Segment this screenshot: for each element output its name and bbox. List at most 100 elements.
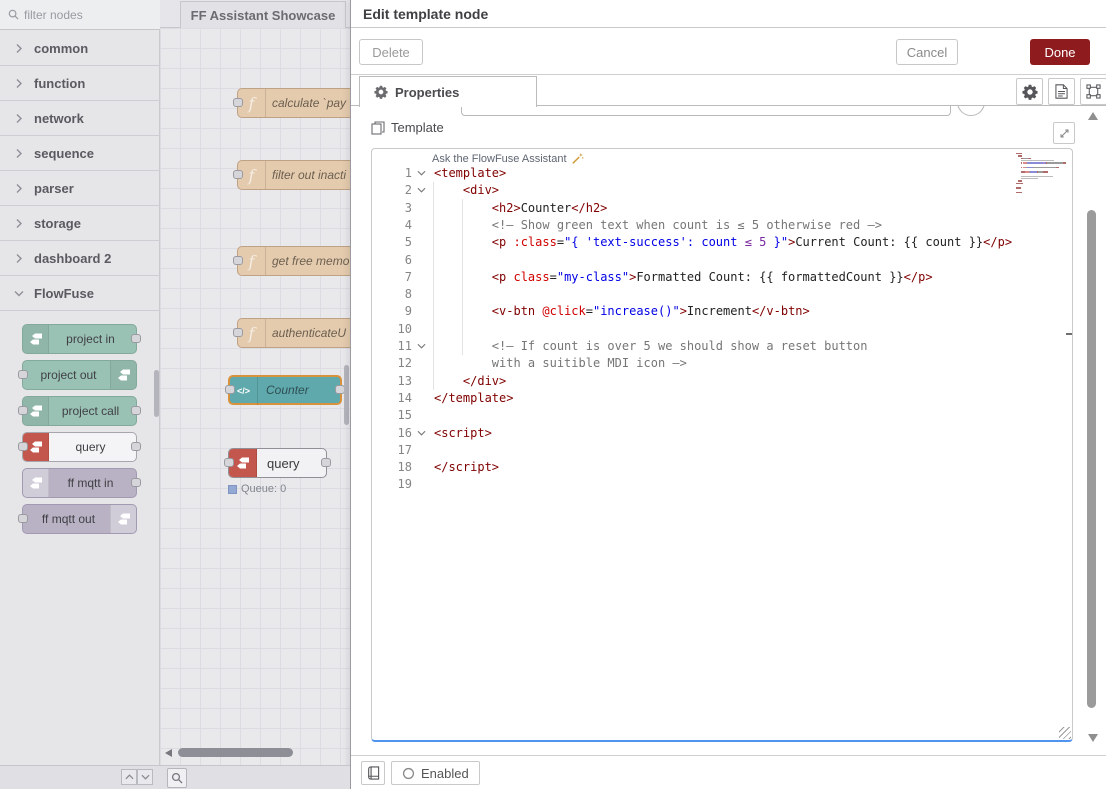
palette-scrollbar[interactable] — [154, 370, 159, 417]
fold-icon[interactable] — [417, 170, 426, 176]
form-scroll-down-icon[interactable] — [1088, 734, 1098, 742]
node-port[interactable] — [18, 514, 28, 523]
palette-category-parser[interactable]: parser — [0, 171, 160, 206]
palette-node-project-call[interactable]: project call — [22, 396, 137, 426]
form-scrollbar-thumb[interactable] — [1087, 210, 1096, 708]
line-number: 5 — [372, 234, 412, 251]
expand-icon — [1059, 128, 1070, 139]
scroll-left-icon[interactable] — [165, 749, 172, 757]
node-port[interactable] — [233, 98, 243, 107]
enabled-toggle-button[interactable]: Enabled — [391, 761, 480, 785]
flow-node-get-free-memo[interactable]: fget free memo — [237, 246, 350, 276]
fold-icon[interactable] — [417, 430, 426, 436]
workspace-search-button[interactable] — [167, 768, 187, 788]
filter-nodes-input[interactable] — [24, 8, 144, 22]
minimap[interactable] — [1016, 153, 1066, 196]
flow-node-filter-out-inacti[interactable]: ffilter out inacti — [237, 160, 350, 190]
assistant-hint[interactable]: Ask the FlowFuse Assistant — [432, 152, 584, 165]
node-port[interactable] — [18, 442, 28, 451]
flow-node-calculate-pay[interactable]: fcalculate `pay — [237, 88, 350, 118]
node-port[interactable] — [233, 256, 243, 265]
flow-node-authenticateu[interactable]: fauthenticateU — [237, 318, 350, 348]
palette-node-query[interactable]: query — [22, 432, 137, 462]
minimap-line — [1016, 176, 1066, 177]
palette-category-network[interactable]: network — [0, 101, 160, 136]
code-line-17[interactable]: 17 — [372, 442, 1072, 459]
palette-category-function[interactable]: function — [0, 66, 160, 101]
code-line-11[interactable]: 11 <!— If count is over 5 we should show… — [372, 338, 1072, 355]
palette-category-common[interactable]: common — [0, 31, 160, 66]
node-port[interactable] — [131, 406, 141, 415]
properties-icon-button[interactable] — [1016, 78, 1043, 105]
workspace-h-scrollbar[interactable] — [178, 748, 293, 757]
code-line-15[interactable]: 15 — [372, 407, 1072, 424]
node-label: ff mqtt out — [27, 505, 110, 533]
editor-resize-grip[interactable] — [1059, 727, 1071, 739]
description-tab-button[interactable] — [1048, 78, 1075, 105]
node-port[interactable] — [18, 370, 28, 379]
palette-node-project-out[interactable]: project out — [22, 360, 137, 390]
code-line-14[interactable]: 14</template> — [372, 390, 1072, 407]
palette-node-ff-mqtt-in[interactable]: ff mqtt in — [22, 468, 137, 498]
round-button-partial[interactable] — [957, 106, 985, 116]
palette-collapse-up-button[interactable] — [121, 769, 137, 785]
form-scroll-up-icon[interactable] — [1088, 112, 1098, 120]
done-button[interactable]: Done — [1030, 39, 1090, 65]
node-port[interactable] — [233, 328, 243, 337]
edit-tray: Edit template node Delete Cancel Done Pr… — [350, 0, 1106, 789]
cancel-button[interactable]: Cancel — [896, 39, 958, 65]
code-line-16[interactable]: 16<script> — [372, 425, 1072, 442]
code-line-10[interactable]: 10 — [372, 321, 1072, 338]
tab-properties[interactable]: Properties — [359, 76, 537, 107]
flow-canvas[interactable]: fcalculate `pay ffilter out inacti fget fr… — [160, 28, 350, 765]
node-label: ff mqtt in — [49, 469, 132, 497]
appearance-tab-button[interactable] — [1080, 78, 1106, 105]
palette-collapse-down-button[interactable] — [137, 769, 153, 785]
node-port[interactable] — [18, 406, 28, 415]
node-port[interactable] — [131, 334, 141, 343]
code-line-6[interactable]: 6 — [372, 252, 1072, 269]
code-line-12[interactable]: 12 with a suitible MDI icon —> — [372, 355, 1072, 372]
code-text: <p class="my-class">Formatted Count: {{ … — [434, 269, 933, 286]
code-line-9[interactable]: 9 <v-btn @click="increase()">Increment</… — [372, 303, 1072, 320]
name-field-partial[interactable] — [461, 106, 951, 116]
code-line-8[interactable]: 8 — [372, 286, 1072, 303]
palette-category-sequence[interactable]: sequence — [0, 136, 160, 171]
flow-node-query[interactable]: query — [228, 448, 327, 478]
code-line-3[interactable]: 3 <h2>Counter</h2> — [372, 200, 1072, 217]
expand-editor-button[interactable] — [1053, 122, 1075, 144]
palette-category-dashboard-2[interactable]: dashboard 2 — [0, 241, 160, 276]
palette-category-flowfuse[interactable]: FlowFuse — [0, 276, 160, 311]
node-red-app: commonfunctionnetworksequenceparserstora… — [0, 0, 1106, 789]
node-port[interactable] — [233, 170, 243, 179]
minimap-line — [1016, 192, 1066, 193]
code-editor[interactable]: Ask the FlowFuse Assistant 1<template>2 … — [371, 148, 1073, 742]
node-port[interactable] — [131, 478, 141, 487]
node-port[interactable] — [224, 458, 234, 467]
code-line-5[interactable]: 5 <p :class="{ 'text-success': count ≤ 5… — [372, 234, 1072, 251]
palette-node-project-in[interactable]: project in — [22, 324, 137, 354]
node-port[interactable] — [225, 385, 235, 394]
node-port[interactable] — [321, 458, 331, 467]
palette-category-storage[interactable]: storage — [0, 206, 160, 241]
editor-help-button[interactable] — [361, 761, 385, 785]
palette-search[interactable] — [0, 0, 160, 30]
flow-tab[interactable]: FF Assistant Showcase — [180, 1, 346, 28]
code-line-2[interactable]: 2 <div> — [372, 182, 1072, 199]
code-line-1[interactable]: 1<template> — [372, 165, 1072, 182]
fold-icon[interactable] — [417, 343, 426, 349]
code-line-18[interactable]: 18</script> — [372, 459, 1072, 476]
fold-icon[interactable] — [417, 187, 426, 193]
flow-node-counter[interactable]: </>Counter — [228, 375, 342, 405]
code-line-19[interactable]: 19 — [372, 476, 1072, 493]
search-icon — [8, 9, 19, 20]
code-line-13[interactable]: 13 </div> — [372, 373, 1072, 390]
code-line-4[interactable]: 4 <!— Show green text when count is ≤ 5 … — [372, 217, 1072, 234]
code-line-7[interactable]: 7 <p class="my-class">Formatted Count: {… — [372, 269, 1072, 286]
workspace-v-scrollbar[interactable] — [344, 365, 349, 425]
appearance-icon — [1086, 84, 1101, 99]
palette-node-ff-mqtt-out[interactable]: ff mqtt out — [22, 504, 137, 534]
delete-button[interactable]: Delete — [359, 39, 423, 65]
node-port[interactable] — [131, 442, 141, 451]
circle-icon — [402, 767, 415, 780]
